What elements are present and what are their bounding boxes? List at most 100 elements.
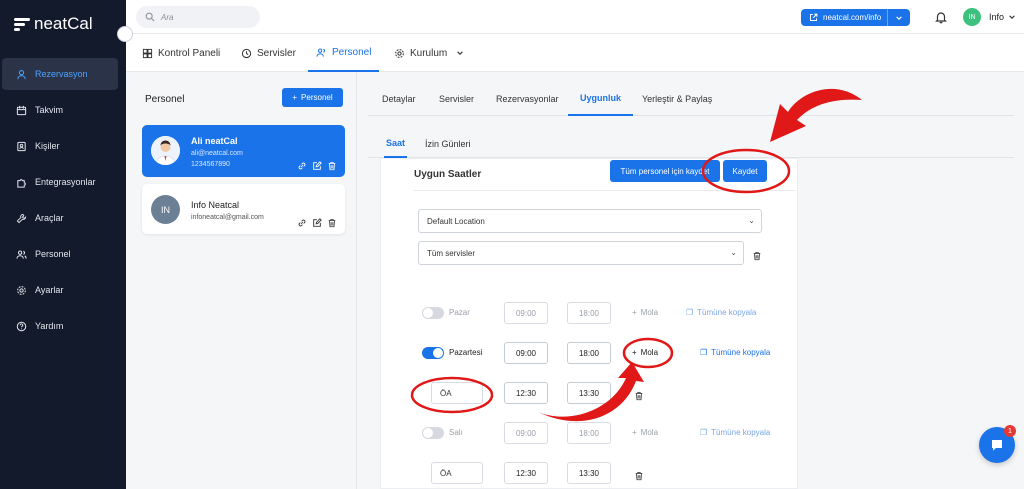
tab-rezervasyonlar[interactable]: Rezervasyonlar [496,82,559,116]
day-row-pazar: Pazar 09:00 18:00 + Mola ❐ Tümüne kopyala [422,302,792,324]
day-toggle[interactable] [422,427,444,439]
public-url-link[interactable]: neatcal.com/info [801,9,889,26]
break-name-input[interactable]: ÖA [431,382,483,404]
sidebar-item-yardim[interactable]: Yardım [2,310,118,342]
main-tabs: Kontrol Paneli Servisler Personel Kurulu… [126,34,1024,72]
sidebar: neatCal Rezervasyon Takvim Kişiler Enteg… [0,0,126,489]
tab-servisler[interactable]: Servisler [439,82,474,116]
day-toggle[interactable] [422,307,444,319]
trash-icon[interactable] [327,161,337,171]
sidebar-item-kisiler[interactable]: Kişiler [2,130,118,162]
search-input[interactable]: Ara [136,6,260,28]
sidebar-item-personel[interactable]: Personel [2,238,118,270]
tab-uygunluk[interactable]: Uygunluk [568,82,634,116]
card-actions [297,218,337,228]
day-row-pazartesi: Pazartesi 09:00 18:00 + Mola ❐ Tümüne kopy… [422,342,792,364]
sidebar-item-label: Entegrasyonlar [35,177,96,187]
availability-tabs: Saat İzin Günleri [368,130,1014,158]
sidebar-item-label: Yardım [35,321,64,331]
detail-tabs: Detaylar Servisler Rezervasyonlar Uygunl… [368,82,1014,116]
tab-detaylar[interactable]: Detaylar [382,82,416,116]
link-icon[interactable] [297,161,307,171]
copy-icon: ❐ [686,308,694,317]
trash-icon[interactable] [752,248,762,261]
edit-icon[interactable] [312,161,322,171]
personnel-card[interactable]: Ali neatCal ali@neatcal.com 1234567890 [142,125,345,177]
location-select-value: Default Location [427,216,485,226]
break-end-input[interactable]: 13:30 [567,382,611,404]
edit-icon[interactable] [312,218,322,228]
user-menu[interactable]: Info [989,12,1016,22]
chat-badge: 1 [1004,425,1016,437]
sidebar-nav: Rezervasyon Takvim Kişiler Entegrasyonla… [0,58,126,346]
tab-servisler[interactable]: Servisler [241,34,296,72]
tab-label: Kurulum [410,47,448,59]
plus-icon: + [632,428,637,437]
sidebar-item-entegrasyonlar[interactable]: Entegrasyonlar [2,166,118,198]
tab-saat[interactable]: Saat [384,130,408,158]
break-row: ÖA 12:30 13:30 [431,462,801,484]
add-personnel-button[interactable]: + Personel [282,88,343,107]
gear-icon [16,285,27,296]
day-toggle[interactable] [422,347,444,359]
sidebar-item-araclar[interactable]: Araçlar [2,202,118,234]
start-time-input[interactable]: 09:00 [504,422,548,444]
sidebar-collapse-toggle[interactable] [118,27,132,41]
tab-kurulum[interactable]: Kurulum [394,34,464,72]
start-time-input[interactable]: 09:00 [504,302,548,324]
chevron-down-icon [457,51,464,55]
sidebar-item-label: Takvim [35,105,64,115]
copy-label: Tümüne kopyala [711,428,771,437]
personnel-card[interactable]: IN Info Neatcal infoneatcal@gmail.com [142,184,345,234]
break-start-input[interactable]: 12:30 [504,382,548,404]
save-button[interactable]: Kaydet [723,160,767,182]
day-name: Pazar [449,308,470,317]
sidebar-item-label: Rezervasyon [35,69,88,79]
copy-label: Tümüne kopyala [697,308,757,317]
public-url-dropdown[interactable] [888,9,910,26]
sidebar-item-takvim[interactable]: Takvim [2,94,118,126]
add-break-button[interactable]: + Mola [632,348,658,357]
wrench-icon [16,213,27,224]
chevron-down-icon [896,15,903,20]
add-break-button[interactable]: + Mola [632,308,658,317]
break-label: Mola [640,308,659,317]
tab-kontrol-paneli[interactable]: Kontrol Paneli [142,34,220,72]
end-time-input[interactable]: 18:00 [567,422,611,444]
plus-icon: + [632,348,637,357]
day-name: Salı [449,428,463,437]
location-select[interactable]: Default Location ⌄ [418,209,762,233]
sidebar-item-ayarlar[interactable]: Ayarlar [2,274,118,306]
copy-to-all-button[interactable]: ❐ Tümüne kopyala [700,348,770,357]
sidebar-item-label: Kişiler [35,141,60,151]
break-name-input[interactable]: ÖA [431,462,483,484]
service-select[interactable]: Tüm servisler ⌄ [418,241,744,265]
help-icon [16,321,27,332]
tab-izin-gunleri[interactable]: İzin Günleri [425,130,471,158]
break-end-input[interactable]: 13:30 [567,462,611,484]
app-logo[interactable]: neatCal [14,14,93,34]
copy-to-all-button[interactable]: ❐ Tümüne kopyala [700,428,770,437]
start-time-input[interactable]: 09:00 [504,342,548,364]
tab-personel[interactable]: Personel [308,34,380,72]
save-all-button[interactable]: Tüm personel için kaydet [610,160,720,182]
tab-yerlestir-paylas[interactable]: Yerleştir & Paylaş [642,82,712,116]
link-icon[interactable] [297,218,307,228]
trash-icon[interactable] [634,468,644,481]
copy-to-all-button[interactable]: ❐ Tümüne kopyala [686,308,756,317]
search-icon [145,12,155,22]
add-break-button[interactable]: + Mola [632,428,658,437]
user-avatar[interactable]: IN [963,8,981,26]
day-row-sali: Salı 09:00 18:00 + Mola ❐ Tümüne kopyala [422,422,792,444]
availability-title: Uygun Saatler [414,169,482,180]
trash-icon[interactable] [327,218,337,228]
bell-icon[interactable] [934,10,948,24]
sidebar-item-rezervasyon[interactable]: Rezervasyon [2,58,118,90]
public-url-button[interactable]: neatcal.com/info [801,9,911,26]
break-start-input[interactable]: 12:30 [504,462,548,484]
end-time-input[interactable]: 18:00 [567,302,611,324]
trash-icon[interactable] [634,388,644,401]
end-time-input[interactable]: 18:00 [567,342,611,364]
tab-label: Servisler [257,47,296,59]
chevron-down-icon: ⌄ [730,248,737,257]
